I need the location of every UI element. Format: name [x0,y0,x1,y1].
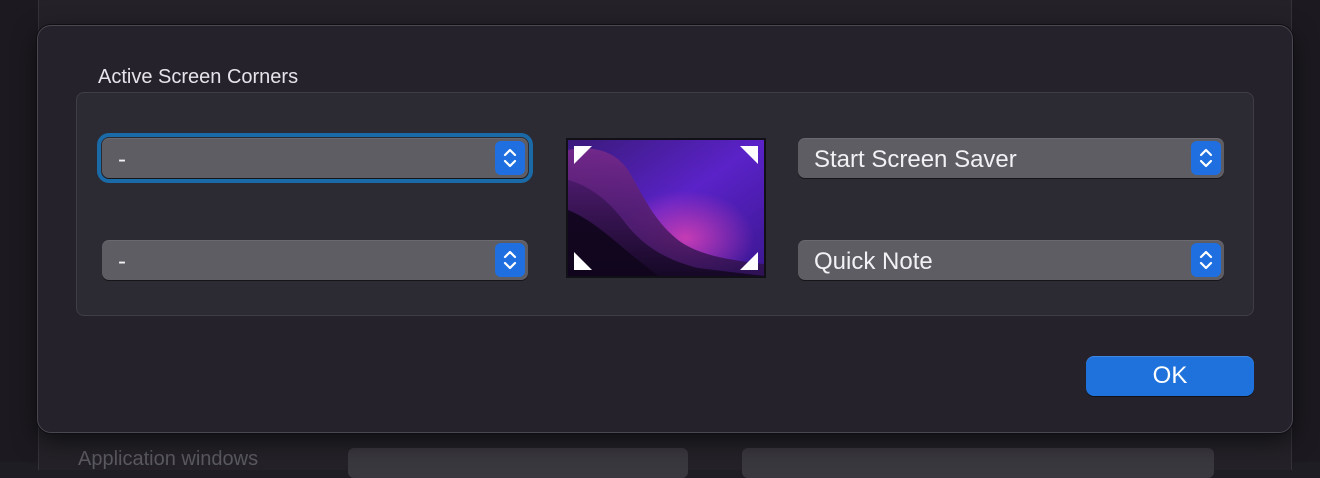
screen-preview-image [566,138,766,278]
updown-chevron-icon [1191,141,1221,175]
top-left-corner-icon [574,146,592,164]
bottom-left-corner-popup[interactable]: - [102,240,528,280]
popup-value: Start Screen Saver [814,146,1017,173]
top-left-corner-popup[interactable]: - [97,133,533,183]
bottom-left-corner-icon [574,252,592,270]
group-title: Active Screen Corners [98,66,299,88]
popup-value: - [118,248,126,275]
top-right-corner-popup[interactable]: Start Screen Saver [798,138,1224,178]
ok-button[interactable]: OK [1086,356,1254,396]
top-right-corner-icon [740,146,758,164]
bottom-right-corner-icon [740,252,758,270]
updown-chevron-icon [495,243,525,277]
background-popup-right [742,448,1214,478]
popup-value: - [118,146,126,173]
updown-chevron-icon [1191,243,1221,277]
background-popup-left [348,448,688,478]
background-hotcorners-label: Application windows [78,448,259,470]
wallpaper-art [568,140,764,276]
updown-chevron-icon [495,141,525,175]
popup-value: Quick Note [814,248,933,275]
bottom-right-corner-popup[interactable]: Quick Note [798,240,1224,280]
